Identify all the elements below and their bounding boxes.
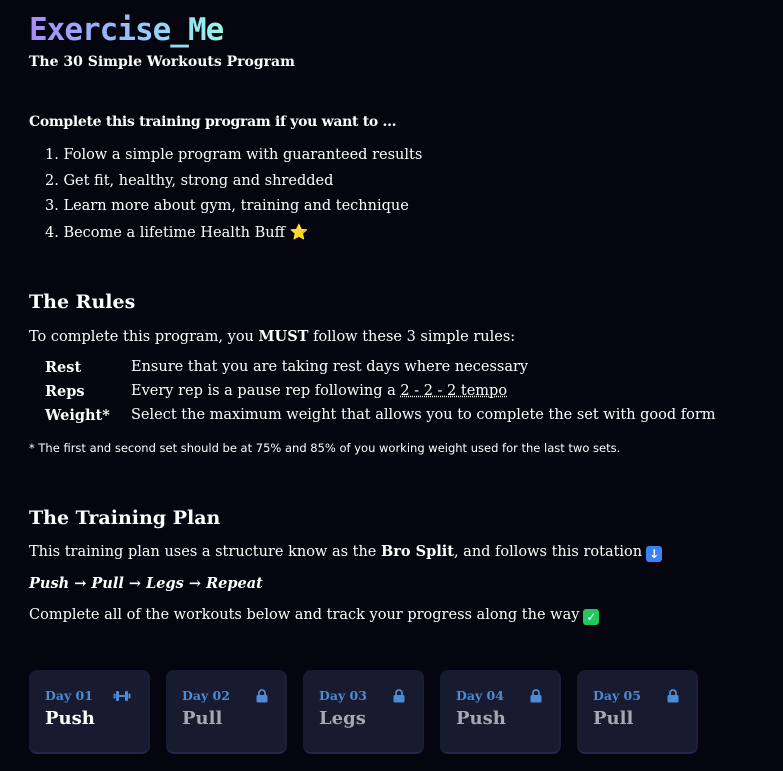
star-icon: ⭐ <box>289 222 309 241</box>
day-label: Day 03 <box>319 688 367 703</box>
goal-item: 3. Learn more about gym, training and te… <box>45 195 422 221</box>
plan-intro: This training plan uses a structure know… <box>29 543 663 562</box>
rules-intro-text: To complete this program, you <box>29 329 259 345</box>
plan-title: The Training Plan <box>29 507 221 529</box>
lock-icon <box>530 689 542 703</box>
day-card-02[interactable]: Day 02 Pull <box>166 670 287 754</box>
rule-description: Ensure that you are taking rest days whe… <box>131 359 529 375</box>
day-name: Push <box>45 708 95 729</box>
rule-description-text: Every rep is a pause rep following a <box>131 383 401 399</box>
rule-description: Select the maximum weight that allows yo… <box>131 407 716 423</box>
down-arrow-icon: ↓ <box>646 546 663 562</box>
rules-intro-text-end: follow these 3 simple rules: <box>308 329 516 345</box>
dumbbell-icon <box>113 691 131 701</box>
plan-intro-text-end: , and follows this rotation <box>453 544 643 560</box>
rule-name: Reps <box>45 383 85 400</box>
check-mark-icon: ✓ <box>583 609 600 625</box>
plan-track: Complete all of the workouts below and t… <box>29 607 600 625</box>
day-card-04[interactable]: Day 04 Push <box>440 670 561 754</box>
day-name: Push <box>456 708 506 729</box>
plan-rotation: Push → Pull → Legs → Repeat <box>29 575 263 592</box>
rules-footnote: * The first and second set should be at … <box>29 441 621 455</box>
day-label: Day 02 <box>182 688 230 703</box>
rule-description: Every rep is a pause rep following a 2 -… <box>131 383 507 399</box>
day-label: Day 04 <box>456 688 504 703</box>
lock-icon <box>667 689 679 703</box>
goal-item: 2. Get fit, healthy, strong and shredded <box>45 170 422 196</box>
goal-item: 4. Become a lifetime Health Buff ⭐ <box>45 221 422 247</box>
day-label: Day 05 <box>593 688 641 703</box>
goal-item: 1. Folow a simple program with guarantee… <box>45 144 422 170</box>
lock-icon <box>256 689 268 703</box>
app-subtitle: The 30 Simple Workouts Program <box>29 54 295 70</box>
goal-text: 4. Become a lifetime Health Buff <box>45 224 285 241</box>
plan-intro-emphasis: Bro Split <box>381 543 454 560</box>
lock-icon <box>393 689 405 703</box>
day-label: Day 01 <box>45 688 93 703</box>
rule-name: Weight* <box>45 407 110 424</box>
goal-text: 2. Get fit, healthy, strong and shredded <box>45 172 334 189</box>
day-card-03[interactable]: Day 03 Legs <box>303 670 424 754</box>
day-card-05[interactable]: Day 05 Pull <box>577 670 698 754</box>
rules-title: The Rules <box>29 291 136 313</box>
intro-heading: Complete this training program if you wa… <box>29 114 397 130</box>
goals-list: 1. Folow a simple program with guarantee… <box>45 144 422 246</box>
day-name: Pull <box>182 708 223 729</box>
rules-intro-emphasis: MUST <box>258 328 309 345</box>
goal-text: 3. Learn more about gym, training and te… <box>45 198 409 214</box>
day-card-01[interactable]: Day 01 Push <box>29 670 150 754</box>
goal-text: 1. Folow a simple program with guarantee… <box>45 147 423 163</box>
plan-intro-text: This training plan uses a structure know… <box>29 544 381 560</box>
day-name: Legs <box>319 708 366 729</box>
app-title: Exercise_Me <box>29 12 224 48</box>
plan-track-text: Complete all of the workouts below and t… <box>29 607 580 623</box>
rules-intro: To complete this program, you MUST follo… <box>29 328 515 345</box>
page: Exercise_Me The 30 Simple Workouts Progr… <box>0 0 783 771</box>
day-name: Pull <box>593 708 634 729</box>
rule-name: Rest <box>45 359 82 376</box>
tempo-tooltip-link[interactable]: 2 - 2 - 2 tempo <box>400 383 507 399</box>
